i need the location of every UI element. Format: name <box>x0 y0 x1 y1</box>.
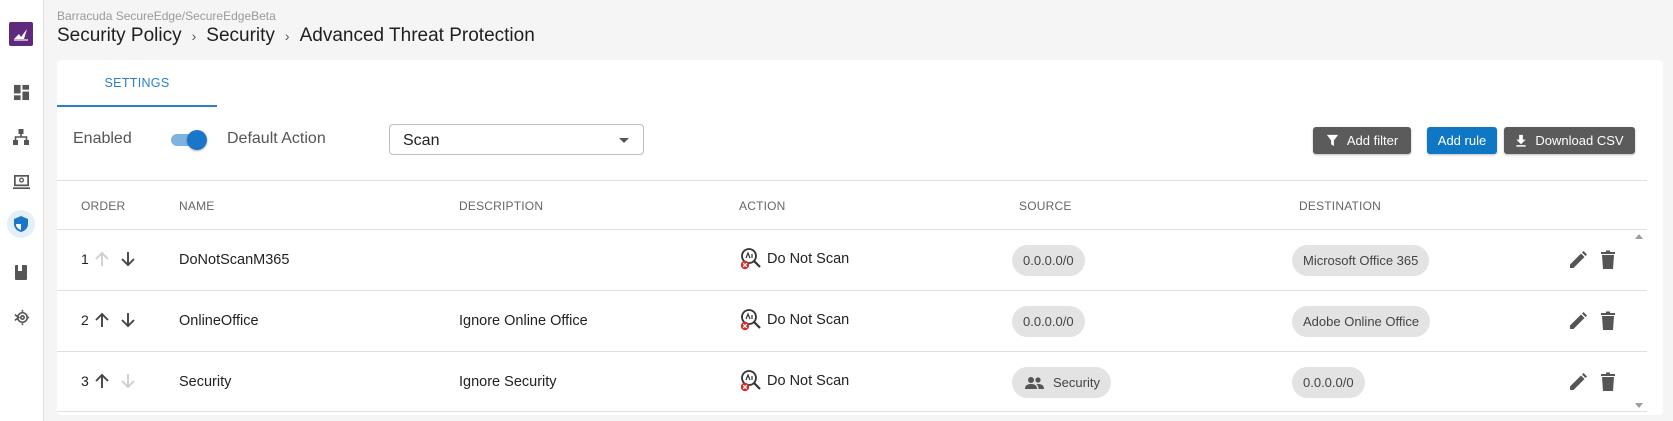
toolbar: Enabled Default Action Scan Add filter A… <box>73 123 1647 157</box>
column-header-destination[interactable]: DESTINATION <box>1299 199 1381 213</box>
move-up-icon[interactable] <box>91 309 113 331</box>
edit-icon[interactable] <box>1567 310 1589 332</box>
add-filter-button[interactable]: Add filter <box>1313 127 1411 154</box>
destination-chip: 0.0.0.0/0 <box>1292 367 1365 398</box>
do-not-scan-icon <box>740 309 761 331</box>
source-chip: 0.0.0.0/0 <box>1012 306 1085 337</box>
column-header-name[interactable]: NAME <box>179 199 214 213</box>
row-action-label: Do Not Scan <box>767 251 850 267</box>
destination-chip-label: Microsoft Office 365 <box>1303 253 1419 268</box>
destination-chip: Adobe Online Office <box>1292 306 1431 337</box>
column-header-action[interactable]: ACTION <box>739 199 786 213</box>
content-card: SETTINGS Enabled Default Action Scan Add… <box>57 60 1663 415</box>
destination-chip-label: Adobe Online Office <box>1303 314 1420 329</box>
column-header-description[interactable]: DESCRIPTION <box>459 199 543 213</box>
do-not-scan-icon <box>740 248 761 270</box>
dashboard-icon[interactable] <box>10 81 32 103</box>
row-action-label: Do Not Scan <box>767 373 850 389</box>
row-description: Ignore Online Office <box>459 313 588 329</box>
page-title: Advanced Threat Protection <box>299 25 535 46</box>
destination-chip: Microsoft Office 365 <box>1292 245 1430 276</box>
security-shield-icon[interactable] <box>7 210 35 238</box>
integration-settings-icon[interactable] <box>10 306 32 328</box>
book-icon[interactable] <box>10 261 32 283</box>
enabled-label: Enabled <box>73 130 132 147</box>
source-chip: Security <box>1012 367 1111 398</box>
table-row: 3 Security Ignore Security Do Not Scan S… <box>57 352 1647 413</box>
delete-icon[interactable] <box>1597 310 1619 332</box>
breadcrumb-item-security-policy[interactable]: Security Policy <box>57 25 182 47</box>
device-icon[interactable] <box>10 171 32 193</box>
move-down-icon[interactable] <box>117 248 139 270</box>
row-order: 3 <box>81 373 89 389</box>
edit-icon[interactable] <box>1567 371 1589 393</box>
row-action: Do Not Scan <box>739 368 849 394</box>
row-action-label: Do Not Scan <box>767 312 850 328</box>
scroll-down-icon[interactable] <box>1635 403 1643 408</box>
add-rule-button[interactable]: Add rule <box>1427 127 1497 154</box>
default-action-select[interactable]: Scan <box>389 124 644 155</box>
source-chip: 0.0.0.0/0 <box>1012 245 1085 276</box>
delete-icon[interactable] <box>1597 249 1619 271</box>
scroll-up-icon[interactable] <box>1635 234 1643 239</box>
delete-icon[interactable] <box>1597 371 1619 393</box>
caret-down-icon <box>619 138 629 143</box>
default-action-value: Scan <box>403 132 440 149</box>
row-description: Ignore Security <box>459 374 557 390</box>
row-action: Do Not Scan <box>739 307 849 333</box>
row-name: Security <box>179 374 232 390</box>
table-row: 2 OnlineOffice Ignore Online Office Do N… <box>57 291 1647 352</box>
tenant-context: Barracuda SecureEdge/SecureEdgeBeta <box>57 9 276 23</box>
row-order: 1 <box>81 251 89 267</box>
column-header-source[interactable]: SOURCE <box>1019 199 1072 213</box>
barracuda-logo-icon[interactable] <box>9 22 33 46</box>
source-chip-label: Security <box>1053 375 1100 390</box>
destination-chip-label: 0.0.0.0/0 <box>1303 375 1354 390</box>
add-filter-label: Add filter <box>1346 133 1399 148</box>
source-chip-label: 0.0.0.0/0 <box>1023 314 1074 329</box>
default-action-label: Default Action <box>227 130 326 147</box>
breadcrumb: Security Policy › Security › Advanced Th… <box>57 25 535 47</box>
download-csv-button[interactable]: Download CSV <box>1504 127 1635 154</box>
chevron-right-icon: › <box>191 28 197 44</box>
row-name: DoNotScanM365 <box>179 252 290 268</box>
row-action: Do Not Scan <box>739 246 849 272</box>
table-header: ORDER NAME DESCRIPTION ACTION SOURCE DES… <box>57 181 1647 230</box>
nav-rail <box>0 0 44 421</box>
move-down-icon[interactable] <box>117 370 139 392</box>
edit-icon[interactable] <box>1567 249 1589 271</box>
network-icon[interactable] <box>10 126 32 148</box>
tab-bar: SETTINGS <box>57 60 217 107</box>
download-icon <box>1516 134 1527 147</box>
enabled-toggle[interactable] <box>169 130 207 150</box>
rules-table: ORDER NAME DESCRIPTION ACTION SOURCE DES… <box>57 180 1647 412</box>
move-up-icon[interactable] <box>91 370 113 392</box>
move-down-icon[interactable] <box>117 309 139 331</box>
group-icon <box>1025 376 1044 389</box>
source-chip-label: 0.0.0.0/0 <box>1023 253 1074 268</box>
table-scrollbar[interactable] <box>1631 230 1647 412</box>
download-csv-label: Download CSV <box>1535 133 1624 148</box>
table-row: 1 DoNotScanM365 Do Not Scan 0.0.0.0/0 Mi… <box>57 230 1647 291</box>
do-not-scan-icon <box>740 370 761 392</box>
row-order: 2 <box>81 312 89 328</box>
filter-icon <box>1326 134 1338 147</box>
breadcrumb-item-security[interactable]: Security <box>206 25 275 47</box>
move-up-icon[interactable] <box>91 248 113 270</box>
row-name: OnlineOffice <box>179 313 259 329</box>
tab-settings[interactable]: SETTINGS <box>57 60 217 107</box>
column-header-order[interactable]: ORDER <box>81 199 125 213</box>
chevron-right-icon: › <box>284 28 290 44</box>
toggle-knob <box>187 130 207 150</box>
